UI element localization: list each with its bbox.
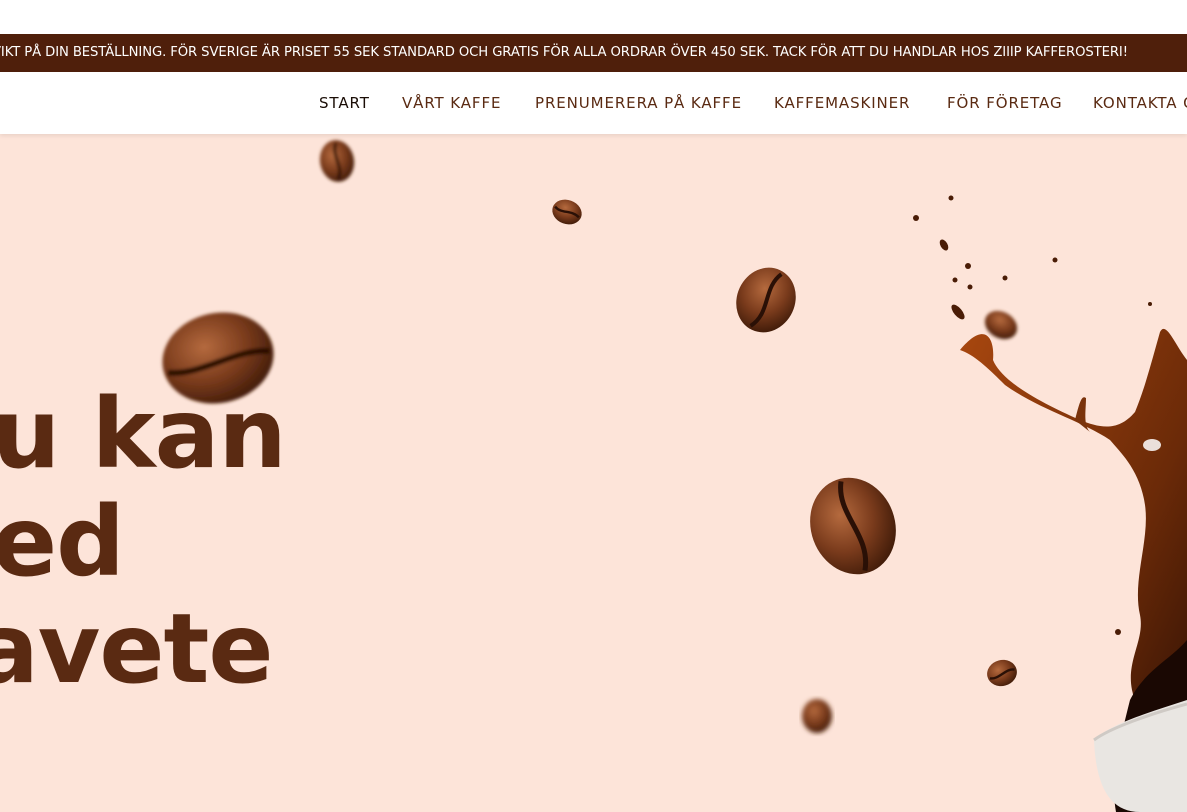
hero-heading-line: avete	[0, 593, 273, 705]
nav-item-kaffemaskiner[interactable]: KAFFEMASKINER	[774, 94, 910, 112]
announcement-text: VIKT PÅ DIN BESTÄLLNING. FÖR SVERIGE ÄR …	[0, 45, 1128, 60]
top-whitespace	[0, 0, 1187, 34]
hero-heading: u kan ed avete	[0, 134, 1187, 812]
main-navigation: START VÅRT KAFFE PRENUMERERA PÅ KAFFE KA…	[0, 72, 1187, 134]
hero-heading-line: ed	[0, 486, 125, 598]
nav-item-start[interactable]: START	[319, 94, 370, 112]
nav-item-for-foretag[interactable]: FÖR FÖRETAG	[947, 94, 1062, 112]
nav-item-kontakta[interactable]: KONTAKTA O	[1093, 94, 1187, 112]
announcement-bar: VIKT PÅ DIN BESTÄLLNING. FÖR SVERIGE ÄR …	[0, 34, 1187, 72]
nav-item-vart-kaffe[interactable]: VÅRT KAFFE	[402, 94, 501, 112]
hero-section: u kan ed avete	[0, 134, 1187, 812]
hero-heading-line: u kan	[0, 378, 287, 490]
nav-item-prenumerera[interactable]: PRENUMERERA PÅ KAFFE	[535, 94, 742, 112]
